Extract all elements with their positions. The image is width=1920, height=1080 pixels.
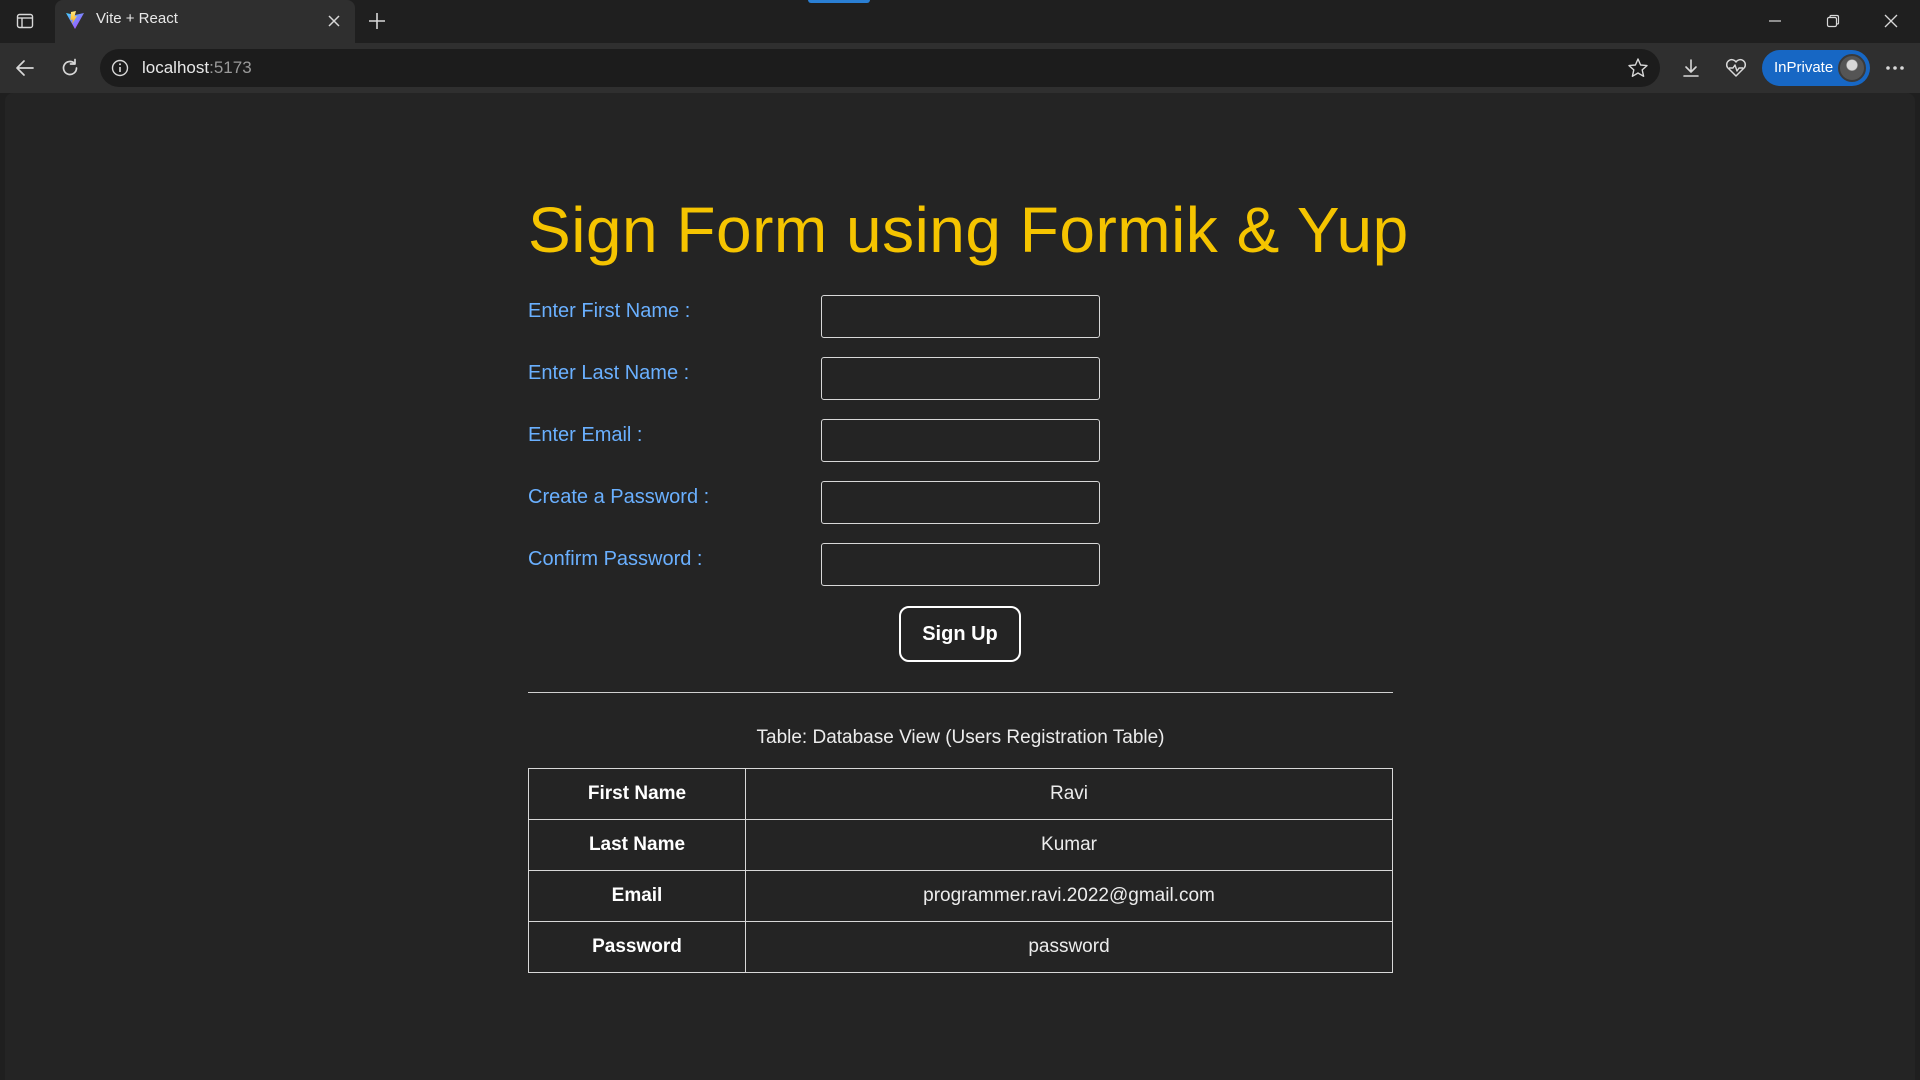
confirm-password-input[interactable]: [821, 543, 1100, 586]
email-row: Enter Email :: [528, 419, 1393, 463]
browser-tab[interactable]: Vite + React: [55, 0, 355, 43]
table-value-cell: programmer.ravi.2022@gmail.com: [745, 870, 1393, 922]
table-row: Last Name Kumar: [528, 819, 1393, 871]
last-name-row: Enter Last Name :: [528, 357, 1393, 401]
browser-essentials-icon[interactable]: [1721, 53, 1751, 83]
table-value-cell: Ravi: [745, 768, 1393, 820]
inprivate-label: InPrivate: [1774, 59, 1834, 76]
first-name-row: Enter First Name :: [528, 295, 1393, 339]
url-port: :5173: [209, 58, 252, 77]
email-label: Enter Email :: [528, 424, 643, 446]
minimize-icon[interactable]: [1760, 6, 1790, 36]
table-value-cell: password: [745, 921, 1393, 973]
first-name-input[interactable]: [821, 295, 1100, 338]
table-value-cell: Kumar: [745, 819, 1393, 871]
first-name-label: Enter First Name :: [528, 300, 691, 322]
last-name-input[interactable]: [821, 357, 1100, 400]
section-divider: [528, 692, 1393, 693]
table-field-cell: Last Name: [528, 819, 746, 871]
table-row: Password password: [528, 921, 1393, 973]
sign-up-button[interactable]: Sign Up: [899, 606, 1021, 662]
email-input[interactable]: [821, 419, 1100, 462]
password-input[interactable]: [821, 481, 1100, 524]
page-title: Sign Form using Formik & Yup: [528, 194, 1409, 266]
site-info-icon[interactable]: [110, 58, 130, 78]
inprivate-button[interactable]: InPrivate: [1762, 50, 1870, 86]
vite-logo-icon: [65, 10, 85, 30]
table-caption: Table: Database View (Users Registration…: [756, 727, 1165, 748]
browser-titlebar: Vite + React: [0, 0, 1920, 43]
profile-avatar: [1838, 54, 1866, 82]
address-bar[interactable]: localhost:5173: [100, 49, 1660, 87]
confirm-password-label: Confirm Password :: [528, 548, 703, 570]
download-icon[interactable]: [1676, 53, 1706, 83]
refresh-icon[interactable]: [55, 53, 85, 83]
back-arrow-icon[interactable]: [10, 53, 40, 83]
table-field-cell: Email: [528, 870, 746, 922]
table-field-cell: First Name: [528, 768, 746, 820]
table-field-cell: Password: [528, 921, 746, 973]
more-options-icon[interactable]: [1880, 53, 1910, 83]
confirm-password-row: Confirm Password :: [528, 543, 1393, 587]
tab-drag-indicator: [808, 0, 870, 3]
table-row: Email programmer.ravi.2022@gmail.com: [528, 870, 1393, 922]
users-registration-table: First Name Ravi Last Name Kumar Email pr…: [528, 768, 1393, 973]
password-row: Create a Password :: [528, 481, 1393, 525]
url-text: localhost:5173: [142, 58, 252, 78]
tab-title: Vite + React: [96, 10, 178, 27]
favorite-star-icon[interactable]: [1626, 56, 1650, 80]
tab-actions-icon[interactable]: [12, 8, 38, 34]
table-row: First Name Ravi: [528, 768, 1393, 820]
new-tab-icon[interactable]: [364, 8, 390, 34]
close-window-icon[interactable]: [1876, 6, 1906, 36]
password-label: Create a Password :: [528, 486, 710, 508]
browser-toolbar: localhost:5173 InPrivate: [0, 43, 1920, 93]
url-host: localhost: [142, 58, 210, 77]
close-tab-icon[interactable]: [323, 10, 345, 32]
restore-icon[interactable]: [1818, 6, 1848, 36]
last-name-label: Enter Last Name :: [528, 362, 690, 384]
page-viewport: Sign Form using Formik & Yup Enter First…: [5, 93, 1915, 1080]
